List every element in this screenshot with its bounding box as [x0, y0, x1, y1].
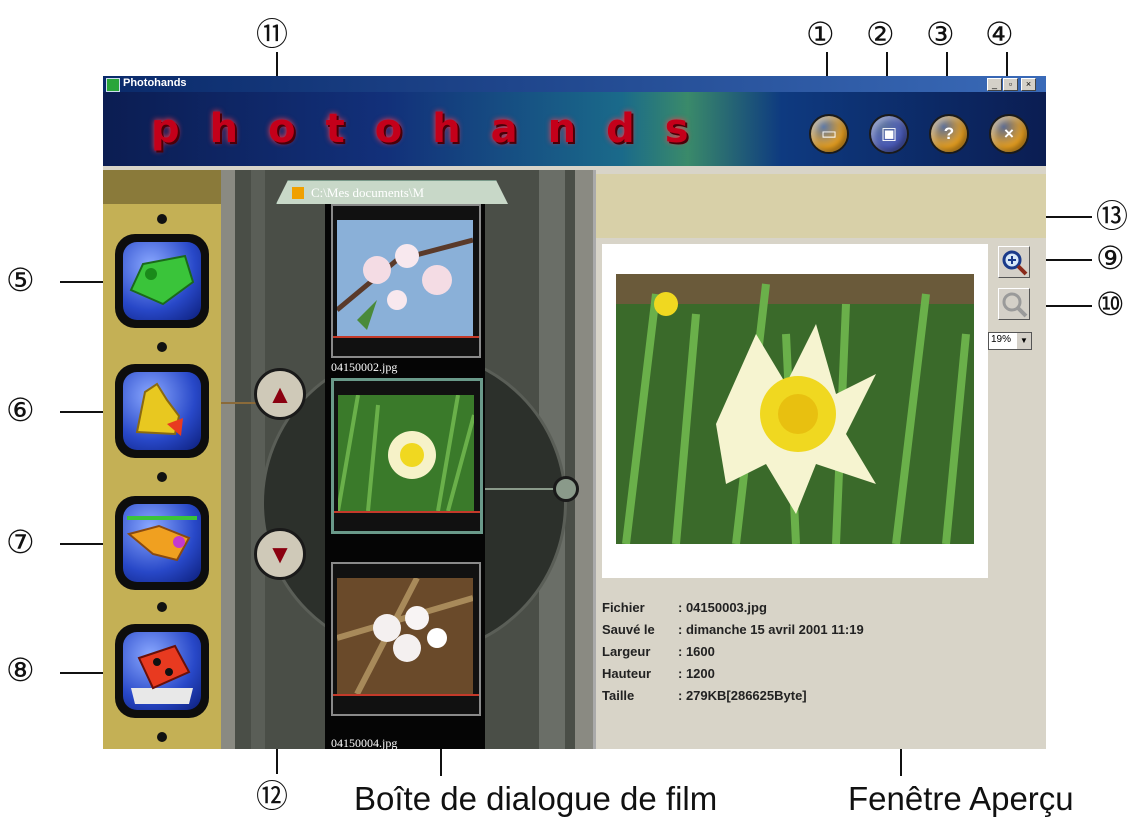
frame-mark	[334, 511, 480, 513]
wheel-knob[interactable]	[553, 476, 579, 502]
info-value: : dimanche 15 avril 2001 11:19	[678, 622, 864, 637]
info-value: : 1200	[678, 666, 715, 681]
image-viewer[interactable]	[602, 244, 988, 578]
callout-5: ⑤	[6, 261, 35, 299]
separator-dot	[157, 732, 167, 742]
magnifier-plus-icon	[1002, 250, 1028, 276]
dice-icon	[131, 644, 193, 704]
caption-film-dialog: Boîte de dialogue de film	[354, 780, 718, 817]
scroll-down-button[interactable]: ▼	[254, 528, 306, 580]
separator-dot	[157, 602, 167, 612]
separator-dot	[157, 214, 167, 224]
zoom-in-button[interactable]	[998, 246, 1030, 278]
triangle-up-icon: ▲	[267, 378, 293, 409]
info-row: Largeur : 1600	[602, 644, 864, 666]
info-value: : 04150003.jpg	[678, 600, 767, 615]
mode-button-3[interactable]	[115, 496, 209, 590]
callout-3: ③	[926, 15, 955, 53]
info-row: Taille : 279KB[286625Byte]	[602, 688, 864, 710]
thumbnail-frame-2-selected[interactable]	[331, 378, 483, 534]
info-label: Hauteur	[602, 666, 652, 681]
film-stripe	[251, 170, 265, 749]
frame-mark	[333, 694, 479, 696]
triangle-down-icon: ▼	[267, 538, 293, 569]
callout-12: ⑫	[256, 777, 289, 815]
mode-button-4[interactable]	[115, 624, 209, 718]
callout-9: ⑨	[1096, 239, 1125, 277]
file-info-panel: Fichier : 04150003.jpg Sauvé le : dimanche …	[602, 600, 864, 710]
separator-dot	[157, 472, 167, 482]
callout-11: ⑪	[256, 15, 289, 53]
folder-icon	[292, 187, 304, 199]
restore-button[interactable]: ▫	[1003, 78, 1018, 91]
title-bar[interactable]: Photohands _ ▫ ×	[103, 76, 1046, 92]
callout-7: ⑦	[6, 523, 35, 561]
magnifier-minus-icon	[1002, 292, 1028, 318]
mode-column-header	[103, 170, 221, 204]
film-stripe	[575, 170, 593, 749]
question-icon: ?	[943, 124, 955, 143]
thumbnail-frame-3[interactable]	[331, 562, 481, 716]
info-row: Fichier : 04150003.jpg	[602, 600, 864, 622]
thumbnail-frame-1[interactable]	[331, 204, 481, 358]
wheel-connector	[485, 488, 561, 490]
preview-window: 19% ▼ Fichier : 04150003.jpg Sauvé le : dim…	[593, 170, 1046, 749]
thumbnail-label-3: 04150004.jpg	[331, 736, 398, 749]
preview-header-strip	[596, 174, 1046, 238]
mode-column	[103, 170, 221, 749]
folder-path: C:\Mes documents\M	[311, 185, 425, 200]
callout-10: ⑩	[1096, 285, 1125, 323]
save-button[interactable]: ▣	[869, 114, 909, 154]
film-stripe	[221, 170, 235, 749]
folder-path-tab[interactable]: C:\Mes documents\M	[276, 180, 508, 204]
thumbnail-image	[337, 220, 473, 336]
film-strip: 04150002.jpg 04150004.jpg	[325, 204, 485, 749]
info-label: Largeur	[602, 644, 651, 659]
zoom-level-select[interactable]: 19% ▼	[988, 332, 1032, 350]
callout-2: ②	[866, 15, 895, 53]
fish-icon	[126, 516, 197, 562]
folder-icon: ▭	[820, 124, 838, 143]
info-value: : 1600	[678, 644, 715, 659]
exit-button[interactable]: ×	[989, 114, 1029, 154]
separator-dot	[157, 342, 167, 352]
film-dialog: C:\Mes documents\M 04150002.jpg 04150004…	[221, 170, 593, 749]
scroll-up-button[interactable]: ▲	[254, 368, 306, 420]
open-button[interactable]: ▭	[809, 114, 849, 154]
close-icon: ×	[1004, 124, 1014, 143]
minimize-button[interactable]: _	[987, 78, 1002, 91]
app-icon	[106, 78, 120, 92]
frame-mark	[333, 336, 479, 338]
help-button[interactable]: ?	[929, 114, 969, 154]
callout-4: ④	[985, 15, 1014, 53]
preview-image	[616, 274, 974, 544]
thumbnail-label-1: 04150002.jpg	[331, 360, 398, 374]
caption-preview-window: Fenêtre Aperçu	[848, 780, 1074, 817]
callout-6: ⑥	[6, 391, 35, 429]
info-label: Taille	[602, 688, 635, 703]
banner: photohands ▭ ▣? ×	[103, 92, 1046, 166]
info-row: Sauvé le : dimanche 15 avril 2001 11:19	[602, 622, 864, 644]
callout-1: ①	[806, 15, 835, 53]
mode-button-1[interactable]	[115, 234, 209, 328]
callout-13: ⑬	[1096, 197, 1129, 235]
window-title: Photohands	[123, 77, 187, 89]
app-logo: photohands	[151, 106, 719, 152]
info-value: : 279KB[286625Byte]	[678, 688, 807, 703]
chameleon-icon	[129, 254, 195, 306]
close-window-button[interactable]: ×	[1021, 78, 1036, 91]
callout-8: ⑧	[6, 651, 35, 689]
disk-icon: ▣	[880, 124, 898, 143]
thumbnail-image	[337, 578, 473, 694]
info-label: Sauvé le	[602, 622, 655, 637]
zoom-level-value: 19%	[991, 334, 1012, 345]
giraffe-icon	[135, 382, 183, 436]
zoom-out-button[interactable]	[998, 288, 1030, 320]
mode-button-2[interactable]	[115, 364, 209, 458]
info-row: Hauteur : 1200	[602, 666, 864, 688]
thumbnail-image	[338, 395, 474, 511]
app-window: Photohands _ ▫ × photohands ▭ ▣? × C:\Mes …	[103, 76, 1046, 749]
dropdown-arrow-icon[interactable]: ▼	[1017, 333, 1031, 349]
info-label: Fichier	[602, 600, 645, 615]
